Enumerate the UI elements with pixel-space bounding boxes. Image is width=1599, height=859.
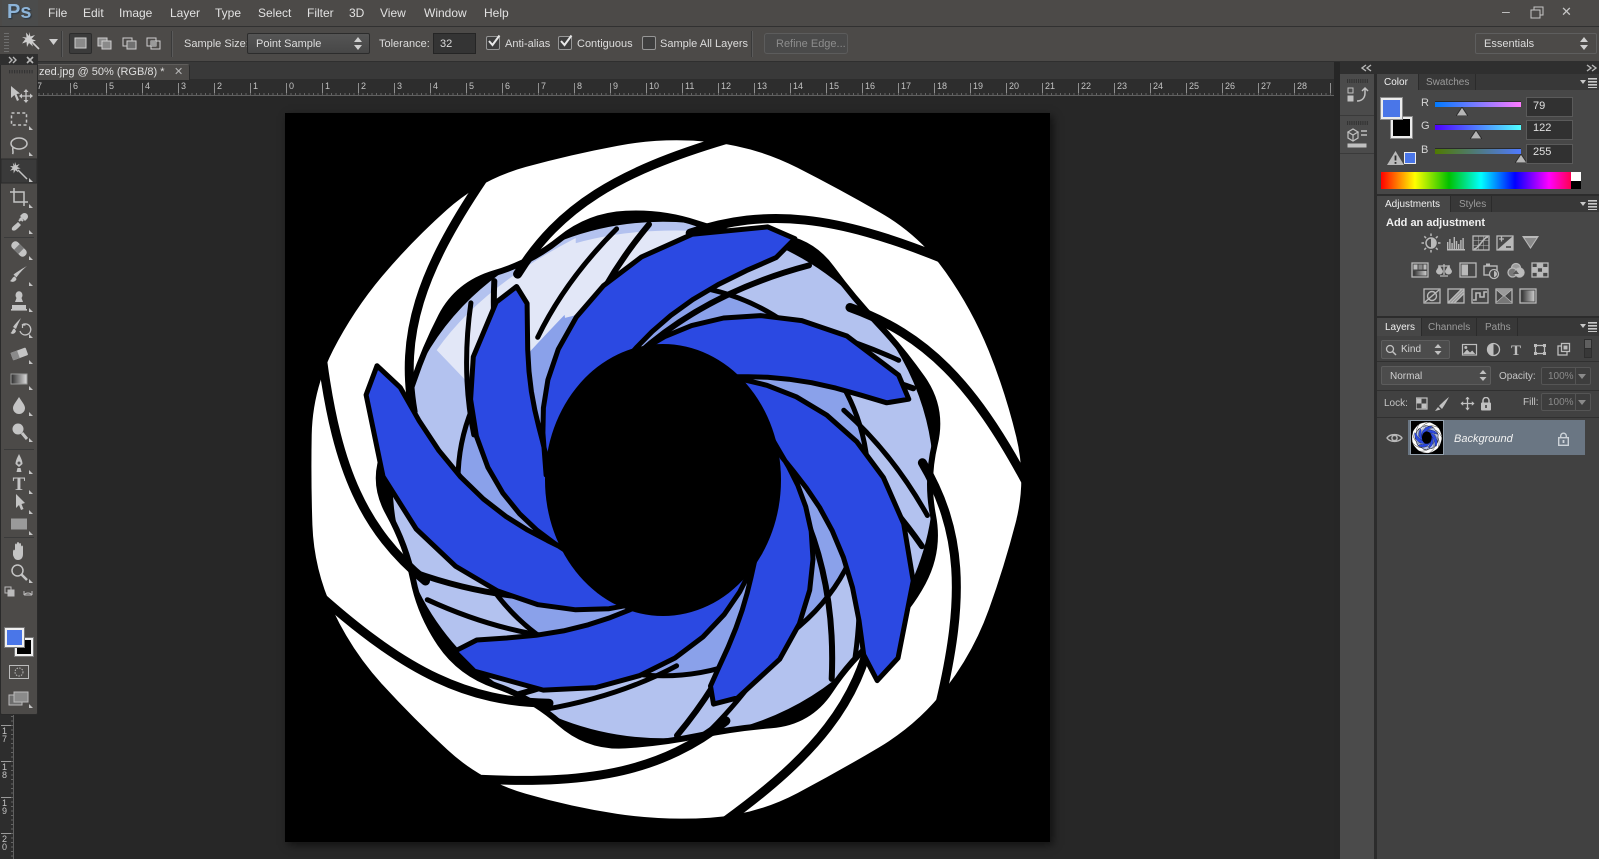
svg-text:T: T — [1511, 343, 1521, 359]
svg-text:T: T — [13, 474, 26, 495]
